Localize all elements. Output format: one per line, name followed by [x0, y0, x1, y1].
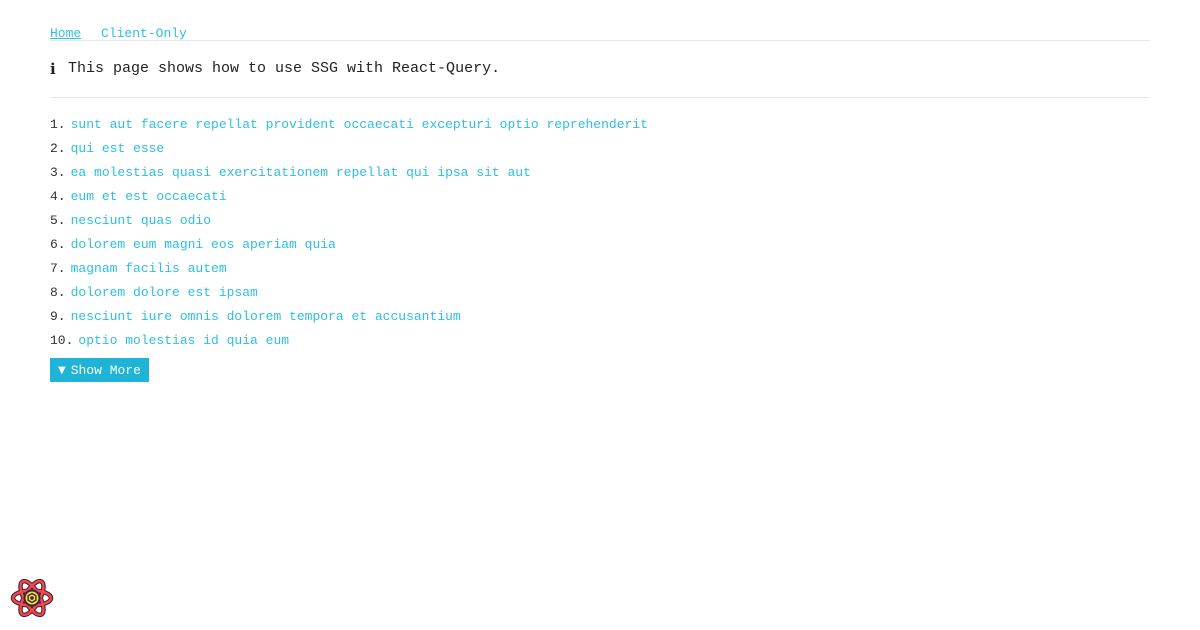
react-atom-icon	[10, 578, 54, 618]
post-list-item: 5. nesciunt quas odio	[50, 209, 1150, 233]
post-title-link[interactable]: dolorem eum magni eos aperiam quia	[71, 237, 336, 252]
post-title-link[interactable]: nesciunt quas odio	[71, 213, 211, 228]
post-list-item: 8. dolorem dolore est ipsam	[50, 281, 1150, 305]
nav-link-client-only[interactable]: Client-Only	[101, 26, 187, 41]
info-text: This page shows how to use SSG with Reac…	[68, 60, 501, 77]
post-number: 7.	[50, 261, 66, 276]
post-number: 8.	[50, 285, 66, 300]
top-nav: Home Client-Only	[50, 0, 1150, 41]
info-banner: i This page shows how to use SSG with Re…	[50, 41, 1150, 97]
post-list-item: 9. nesciunt iure omnis dolorem tempora et…	[50, 305, 1150, 329]
post-number: 10.	[50, 333, 74, 348]
post-title-link[interactable]: sunt aut facere repellat provident occae…	[71, 117, 648, 132]
post-list-item: 3. ea molestias quasi exercitationem repe…	[50, 161, 1150, 185]
post-title-link[interactable]: eum et est occaecati	[71, 189, 227, 204]
page: Home Client-Only i This page shows how t…	[0, 0, 1200, 630]
show-more-label: Show More	[70, 362, 141, 378]
post-number: 1.	[50, 117, 66, 132]
post-list-item: 7. magnam facilis autem	[50, 257, 1150, 281]
post-title-link[interactable]: dolorem dolore est ipsam	[71, 285, 258, 300]
post-list: 1. sunt aut facere repellat provident occ…	[50, 98, 1150, 353]
post-title-link[interactable]: nesciunt iure omnis dolorem tempora et a…	[71, 309, 461, 324]
post-list-item: 1. sunt aut facere repellat provident occ…	[50, 113, 1150, 137]
react-query-devtools-logo-icon[interactable]	[10, 576, 54, 620]
post-title-link[interactable]: qui est esse	[71, 141, 165, 156]
post-title-link[interactable]: optio molestias id quia eum	[78, 333, 289, 348]
post-list-item: 2. qui est esse	[50, 137, 1150, 161]
post-number: 4.	[50, 189, 66, 204]
nav-link-home[interactable]: Home	[50, 26, 81, 41]
post-title-link[interactable]: magnam facilis autem	[71, 261, 227, 276]
post-list-item: 4. eum et est occaecati	[50, 185, 1150, 209]
post-title-link[interactable]: ea molestias quasi exercitationem repell…	[71, 165, 531, 180]
post-number: 3.	[50, 165, 66, 180]
post-list-item: 6. dolorem eum magni eos aperiam quia	[50, 233, 1150, 257]
post-number: 9.	[50, 309, 66, 324]
info-icon: i	[50, 59, 56, 78]
show-more-button[interactable]: ▼ Show More	[50, 358, 149, 382]
post-number: 6.	[50, 237, 66, 252]
post-number: 2.	[50, 141, 66, 156]
triangle-down-icon: ▼	[58, 364, 66, 376]
post-list-item: 10. optio molestias id quia eum	[50, 329, 1150, 353]
post-number: 5.	[50, 213, 66, 228]
